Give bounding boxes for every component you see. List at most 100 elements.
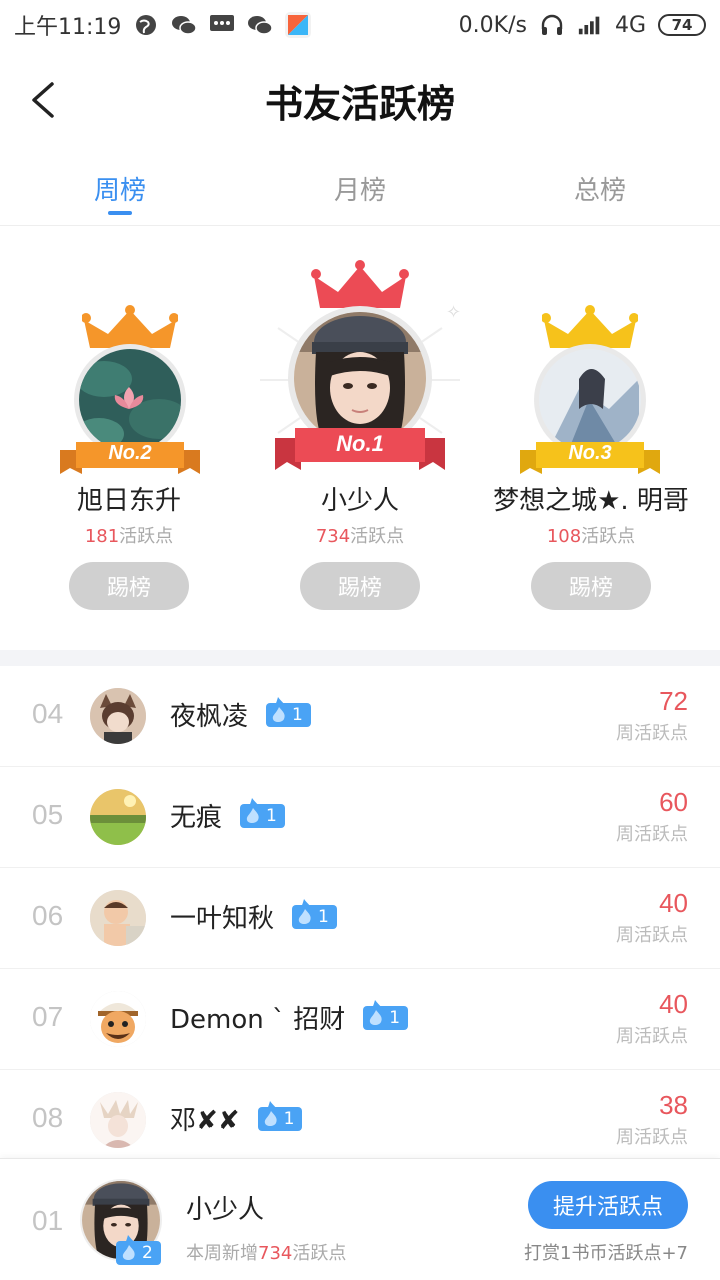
list-item[interactable]: 06 一叶知秋 1 40 周活跃点 xyxy=(0,868,720,969)
weekly-gain-suffix: 活跃点 xyxy=(292,1243,347,1264)
section-divider xyxy=(0,650,720,666)
podium: No.2 旭日东升 181活跃点 踢榜 ✧ No.1 小少人 734活跃点 踢榜… xyxy=(0,228,720,648)
avatar[interactable] xyxy=(90,1092,146,1148)
tab-total[interactable]: 总榜 xyxy=(480,160,720,225)
rank-label: No.3 xyxy=(568,442,612,464)
user-name: 邓✘✘ xyxy=(170,1106,240,1136)
user-info: 邓✘✘ 1 xyxy=(170,1100,303,1137)
user-name: 旭日东升 xyxy=(76,486,181,516)
user-name: 小少人 xyxy=(320,486,399,516)
flame-icon xyxy=(267,696,291,723)
boost-activity-button[interactable]: 提升活跃点 xyxy=(528,1181,688,1229)
flame-icon xyxy=(241,797,265,824)
rank-ribbon: No.1 xyxy=(275,424,445,474)
net-speed: 0.0K/s xyxy=(458,12,527,38)
level-badge: 1 xyxy=(257,1100,303,1131)
battery-level: 74 xyxy=(671,16,693,34)
back-arrow-icon xyxy=(32,82,54,118)
weekly-gain-value: 734 xyxy=(258,1243,293,1264)
user-name: 无痕 xyxy=(170,803,223,833)
flame-icon xyxy=(117,1235,141,1262)
rank-label: No.2 xyxy=(108,442,152,464)
list-item[interactable]: 08 邓✘✘ 1 38 周活跃点 xyxy=(0,1070,720,1171)
user-name: 梦想之城★. 明哥 xyxy=(493,486,689,516)
kick-button[interactable]: 踢榜 xyxy=(531,562,651,610)
flame-icon xyxy=(293,898,317,925)
level-badge: 1 xyxy=(363,999,409,1030)
score-unit: 周活跃点 xyxy=(616,1127,688,1148)
podium-first: ✧ No.1 小少人 734活跃点 踢榜 xyxy=(245,228,475,628)
avatar[interactable] xyxy=(90,890,146,946)
score-value: 108 xyxy=(546,526,582,547)
status-time: 上午11:19 xyxy=(14,15,122,40)
activity-score: 108活跃点 xyxy=(476,522,706,548)
user-info: Demon ` 招财 1 xyxy=(170,999,409,1036)
avatar[interactable] xyxy=(539,349,641,451)
wechat-icon xyxy=(247,12,274,38)
score-value: 40 xyxy=(659,989,688,1019)
kick-button[interactable]: 踢榜 xyxy=(300,562,420,610)
score-value: 72 xyxy=(659,686,688,716)
rank-label: No.1 xyxy=(336,431,384,456)
flame-icon xyxy=(259,1100,282,1127)
score-unit: 周活跃点 xyxy=(616,723,688,744)
rank-number: 04 xyxy=(32,698,64,729)
rank-number: 08 xyxy=(32,1102,64,1133)
score-unit: 活跃点 xyxy=(119,526,174,547)
activity-score: 40 周活跃点 xyxy=(616,888,688,947)
rank-ribbon: No.3 xyxy=(520,438,660,478)
score-unit: 周活跃点 xyxy=(616,1026,688,1047)
rank-ribbon: No.2 xyxy=(60,438,200,478)
globe-icon xyxy=(133,12,159,38)
user-name: Demon ` 招财 xyxy=(170,1005,346,1035)
level-badge: 1 xyxy=(292,898,337,929)
headphones-icon xyxy=(539,12,565,38)
activity-score: 734活跃点 xyxy=(245,522,475,548)
user-info: 无痕 1 xyxy=(170,797,285,834)
level-badge: 1 xyxy=(240,797,285,828)
avatar[interactable] xyxy=(79,349,181,451)
podium-third: No.3 梦想之城★. 明哥 108活跃点 踢榜 xyxy=(476,228,706,628)
score-value: 734 xyxy=(315,526,351,547)
list-item[interactable]: 07 Demon ` 招财 1 40 周活跃点 xyxy=(0,969,720,1070)
message-icon xyxy=(209,12,235,38)
score-unit: 周活跃点 xyxy=(616,925,688,946)
ranking-list: 04 夜枫凌 1 72 周活跃点 05 无痕 1 60 周活跃点 06 一叶知秋… xyxy=(0,666,720,1171)
activity-score: 181活跃点 xyxy=(14,522,244,548)
app-icon xyxy=(285,12,312,38)
user-info: 夜枫凌 1 xyxy=(170,696,311,733)
battery-icon: 74 xyxy=(658,14,706,36)
activity-score: 72 周活跃点 xyxy=(616,686,688,745)
podium-second: No.2 旭日东升 181活跃点 踢榜 xyxy=(14,228,244,628)
tab-bar: 周榜 月榜 总榜 xyxy=(0,160,720,226)
avatar[interactable] xyxy=(90,991,146,1047)
avatar[interactable] xyxy=(90,789,146,845)
level-badge: 2 xyxy=(116,1235,161,1265)
tab-weekly[interactable]: 周榜 xyxy=(0,160,240,225)
page-title: 书友活跃榜 xyxy=(264,80,455,126)
my-rank-bar: 01 2 小少人 本周新增734活跃点 提升活跃点 打赏1书币活跃点+7 xyxy=(0,1158,720,1280)
activity-score: 38 周活跃点 xyxy=(616,1090,688,1149)
status-bar: 上午11:19 0.0K/s 4G 74 xyxy=(0,0,720,50)
flame-icon xyxy=(365,999,388,1026)
svg-text:✧: ✧ xyxy=(446,302,461,323)
score-value: 60 xyxy=(659,787,688,817)
rank-number: 06 xyxy=(32,900,64,931)
rank-number: 05 xyxy=(32,799,64,830)
user-name: 夜枫凌 xyxy=(170,702,249,732)
rank-number: 07 xyxy=(32,1001,64,1032)
list-item[interactable]: 05 无痕 1 60 周活跃点 xyxy=(0,767,720,868)
score-value: 40 xyxy=(659,888,688,918)
score-value: 181 xyxy=(84,526,120,547)
user-info: 一叶知秋 1 xyxy=(170,898,337,935)
avatar[interactable] xyxy=(90,688,146,744)
weekly-gain-prefix: 本周新增 xyxy=(186,1243,258,1264)
crown-icon xyxy=(311,260,409,308)
weekly-gain: 本周新增734活跃点 xyxy=(186,1239,346,1265)
back-button[interactable] xyxy=(20,72,64,128)
user-name: 小少人 xyxy=(186,1195,265,1225)
kick-button[interactable]: 踢榜 xyxy=(69,562,189,610)
tab-monthly[interactable]: 月榜 xyxy=(240,160,480,225)
list-item[interactable]: 04 夜枫凌 1 72 周活跃点 xyxy=(0,666,720,767)
user-name: 一叶知秋 xyxy=(170,904,275,934)
